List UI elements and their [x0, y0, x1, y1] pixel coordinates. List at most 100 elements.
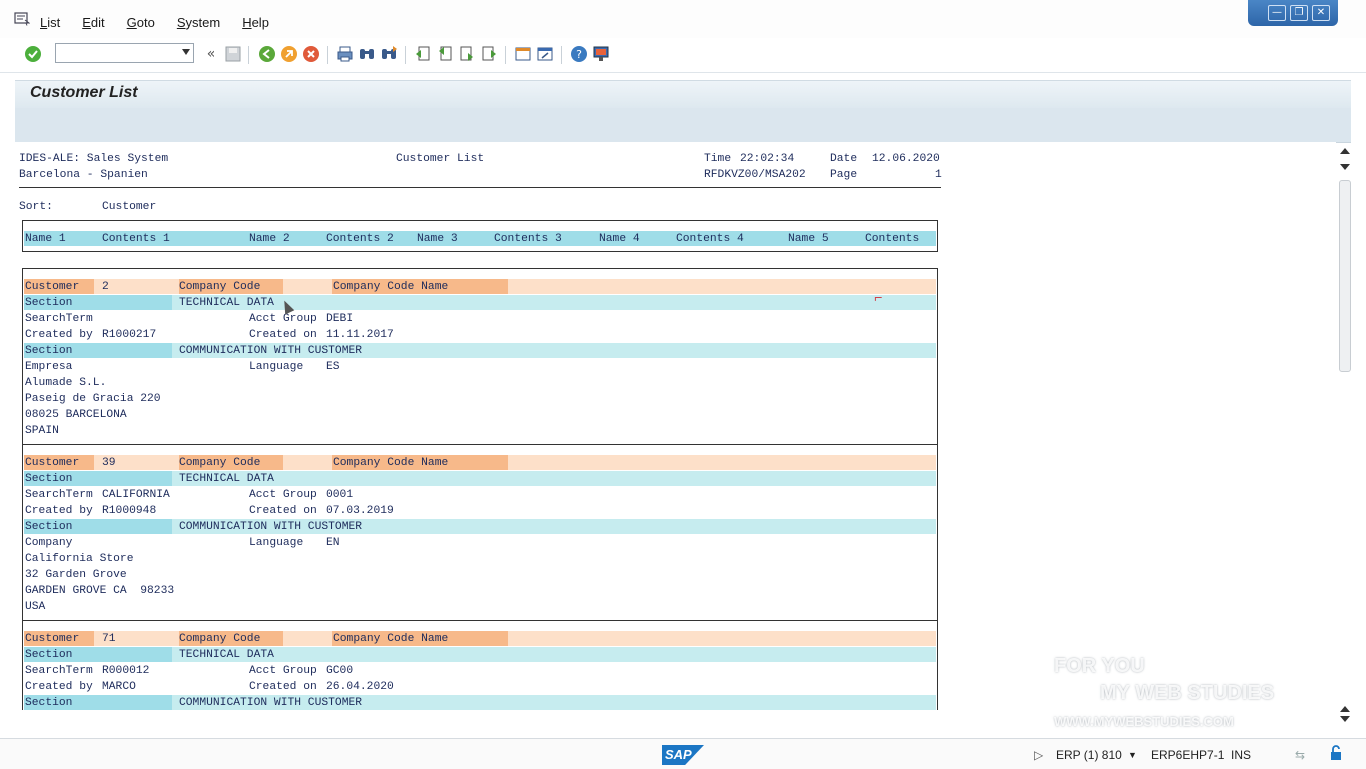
- find-icon[interactable]: [358, 45, 376, 63]
- vertical-scrollbar[interactable]: [1336, 142, 1352, 722]
- customer-number[interactable]: 71: [102, 632, 116, 646]
- create-session-icon[interactable]: [514, 45, 532, 63]
- menu-icon[interactable]: [14, 12, 30, 26]
- prev-page-icon[interactable]: [436, 45, 454, 63]
- watermark-line-2: MY WEB STUDIES: [1100, 682, 1275, 704]
- created-by-label: Created by: [25, 329, 93, 341]
- search-term-value: R000012: [102, 665, 150, 677]
- company-code-label: Company Code: [179, 633, 261, 645]
- section-communication[interactable]: COMMUNICATION WITH CUSTOMER: [179, 520, 362, 534]
- back-icon[interactable]: [258, 45, 276, 63]
- col-contents-3: Contents 3: [494, 233, 562, 245]
- company-code-name-label: Company Code Name: [333, 457, 449, 469]
- customer-number[interactable]: 39: [102, 456, 116, 470]
- created-on-value: 11.11.2017: [326, 329, 394, 341]
- next-page-icon[interactable]: [458, 45, 476, 63]
- language-label: Language: [249, 361, 304, 373]
- section-label: Section: [25, 649, 73, 661]
- report-center-title: Customer List: [396, 153, 485, 165]
- menu-list[interactable]: List: [40, 15, 60, 30]
- report-list: IDES-ALE: Sales System Customer List Tim…: [15, 142, 1336, 710]
- sort-label: Sort:: [19, 201, 53, 213]
- address-title: Empresa: [25, 361, 73, 373]
- address-line: California Store: [25, 553, 134, 565]
- scroll-up-icon[interactable]: [1340, 148, 1350, 154]
- report-system: IDES-ALE: Sales System: [19, 153, 169, 165]
- search-term-value: CALIFORNIA: [102, 489, 170, 501]
- minimize-button[interactable]: —: [1268, 5, 1286, 21]
- time-value: 22:02:34: [740, 153, 795, 165]
- menu-goto[interactable]: Goto: [127, 15, 155, 30]
- language-value: EN: [326, 537, 340, 549]
- acct-group-value: DEBI: [326, 313, 354, 325]
- menu-edit[interactable]: Edit: [82, 15, 104, 30]
- last-page-icon[interactable]: [480, 45, 498, 63]
- customer-label: Customer: [25, 281, 80, 293]
- menu-items: List Edit Goto System Help: [40, 15, 291, 30]
- customize-layout-icon[interactable]: [592, 45, 610, 63]
- section-label: Section: [25, 473, 73, 485]
- created-by-label: Created by: [25, 681, 93, 693]
- created-on-label: Created on: [249, 329, 317, 341]
- language-value: ES: [326, 361, 340, 373]
- save-icon[interactable]: [224, 45, 242, 63]
- scroll-up-bottom-icon[interactable]: [1340, 706, 1350, 712]
- col-name-5: Name 5: [788, 233, 829, 245]
- customer-label: Customer: [25, 457, 80, 469]
- created-by-value: R1000948: [102, 505, 157, 517]
- restore-button[interactable]: ❐: [1290, 5, 1308, 21]
- address-line: Alumade S.L.: [25, 377, 107, 389]
- exit-icon[interactable]: [280, 45, 298, 63]
- address-title: Company: [25, 537, 73, 549]
- search-term-label: SearchTerm: [25, 489, 93, 501]
- section-communication[interactable]: COMMUNICATION WITH CUSTOMER: [179, 344, 362, 358]
- scroll-down-bottom-icon[interactable]: [1340, 716, 1350, 722]
- created-on-value: 26.04.2020: [326, 681, 394, 693]
- check-icon[interactable]: [24, 45, 42, 63]
- section-label: Section: [25, 345, 73, 357]
- shortcut-icon[interactable]: [536, 45, 554, 63]
- title-bar: Customer List: [15, 80, 1351, 109]
- address-line: USA: [25, 601, 46, 613]
- address-line: 08025 BARCELONA: [25, 409, 127, 421]
- section-communication[interactable]: COMMUNICATION WITH CUSTOMER: [179, 696, 362, 710]
- menu-system[interactable]: System: [177, 15, 220, 30]
- status-server: ERP6EHP7-1: [1151, 748, 1225, 762]
- search-term-label: SearchTerm: [25, 665, 93, 677]
- status-play-icon[interactable]: ▷: [1034, 748, 1043, 762]
- section-technical-data[interactable]: TECHNICAL DATA: [179, 296, 274, 310]
- scroll-down-icon[interactable]: [1340, 164, 1350, 170]
- status-settings-icon[interactable]: ⇆: [1295, 748, 1305, 762]
- address-line: Paseig de Gracia 220: [25, 393, 161, 405]
- chevron-down-icon[interactable]: [182, 49, 190, 55]
- help-icon[interactable]: ?: [570, 45, 588, 63]
- customer-number[interactable]: 2: [102, 280, 109, 294]
- back-double-icon[interactable]: «: [202, 45, 220, 63]
- status-system[interactable]: ERP (1) 810: [1056, 748, 1122, 762]
- search-term-label: SearchTerm: [25, 313, 93, 325]
- status-mode[interactable]: INS: [1231, 748, 1251, 762]
- created-by-label: Created by: [25, 505, 93, 517]
- find-next-icon[interactable]: [380, 45, 398, 63]
- status-dropdown-icon[interactable]: ▼: [1128, 750, 1137, 760]
- created-on-label: Created on: [249, 505, 317, 517]
- section-technical-data[interactable]: TECHNICAL DATA: [179, 472, 274, 486]
- scroll-thumb[interactable]: [1339, 180, 1351, 372]
- language-label: Language: [249, 537, 304, 549]
- col-name-2: Name 2: [249, 233, 290, 245]
- lock-icon[interactable]: [1328, 745, 1344, 764]
- command-field[interactable]: [55, 43, 194, 63]
- print-icon[interactable]: [336, 45, 354, 63]
- section-technical-data[interactable]: TECHNICAL DATA: [179, 648, 274, 662]
- page-value: 1: [935, 169, 942, 181]
- page-label: Page: [830, 169, 858, 181]
- col-name-4: Name 4: [599, 233, 640, 245]
- menu-help[interactable]: Help: [242, 15, 269, 30]
- created-on-value: 07.03.2019: [326, 505, 394, 517]
- time-label: Time: [704, 153, 732, 165]
- first-page-icon[interactable]: [414, 45, 432, 63]
- report-location: Barcelona - Spanien: [19, 169, 148, 181]
- close-button[interactable]: ✕: [1312, 5, 1330, 21]
- cancel-icon[interactable]: [302, 45, 320, 63]
- created-by-value: R1000217: [102, 329, 157, 341]
